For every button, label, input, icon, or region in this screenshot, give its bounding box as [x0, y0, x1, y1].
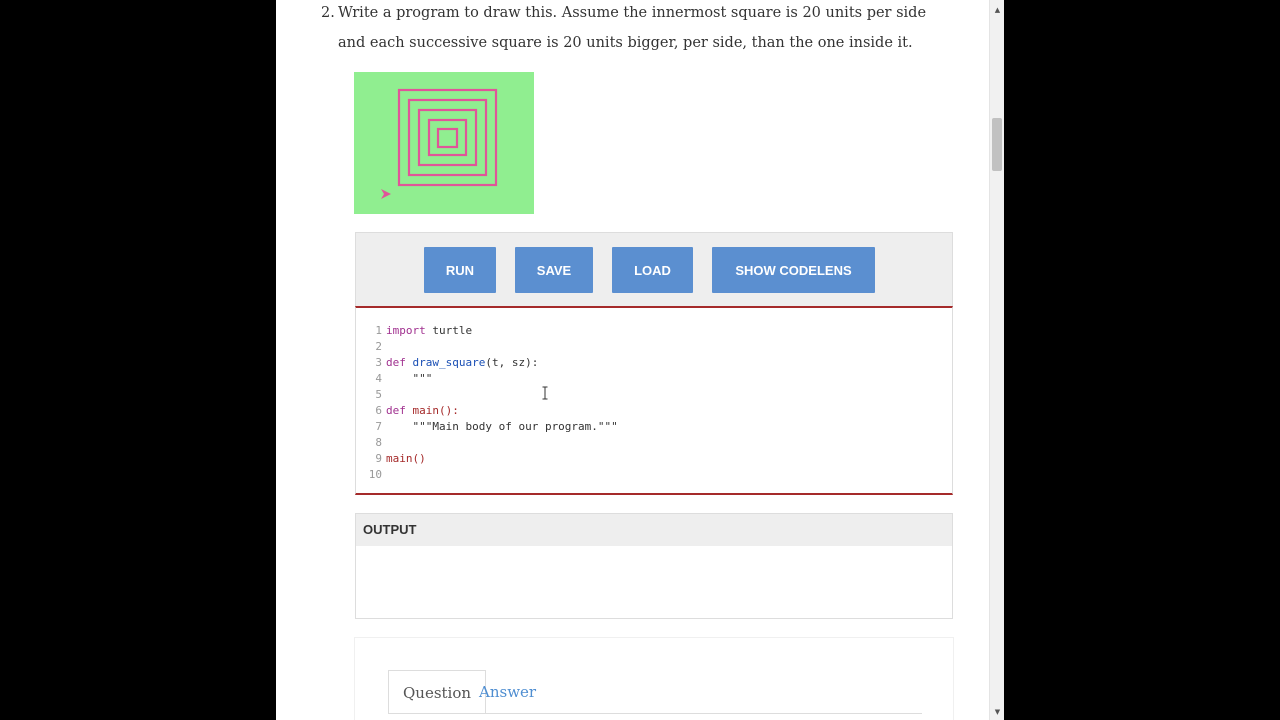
code-line[interactable]: 4 """: [356, 371, 432, 387]
square-80: [407, 98, 488, 177]
code-token: import: [386, 324, 426, 337]
code-line[interactable]: 6 def main():: [356, 403, 459, 419]
line-number: 10: [368, 468, 382, 481]
load-button[interactable]: LOAD: [612, 247, 693, 293]
show-codelens-button[interactable]: SHOW CODELENS: [712, 247, 875, 293]
code-line[interactable]: 5: [356, 387, 386, 403]
line-number: 7: [375, 420, 382, 433]
code-token: """: [386, 372, 433, 385]
output-panel: OUTPUT: [355, 513, 953, 619]
code-token: main: [412, 404, 440, 417]
scroll-down-arrow-icon[interactable]: ▼: [990, 705, 1005, 720]
scroll-up-arrow-icon[interactable]: ▲: [990, 3, 1005, 18]
code-token: main(): [386, 452, 426, 465]
square-40: [427, 118, 468, 157]
code-line[interactable]: 8: [356, 435, 386, 451]
code-line[interactable]: 9 main(): [356, 451, 426, 467]
nested-squares-drawing: [381, 88, 498, 199]
code-line[interactable]: 1 import turtle: [356, 323, 472, 339]
save-button[interactable]: SAVE: [515, 247, 593, 293]
code-token: ():: [439, 404, 459, 417]
code-line[interactable]: 10: [356, 467, 386, 483]
square-20: [436, 127, 459, 149]
scroll-thumb[interactable]: [992, 118, 1002, 171]
run-button[interactable]: RUN: [424, 247, 496, 293]
textbook-page: 2. Write a program to draw this. Assume …: [276, 0, 989, 720]
code-token: """Main body of our program.""": [386, 420, 618, 433]
line-number: 2: [375, 340, 382, 353]
square-60: [417, 108, 478, 167]
code-line[interactable]: 2: [356, 339, 386, 355]
line-number: 1: [375, 324, 382, 337]
question-line-2: and each successive square is 20 units b…: [338, 35, 913, 51]
output-heading: OUTPUT: [356, 514, 952, 546]
code-token: def: [386, 356, 406, 369]
line-number: 9: [375, 452, 382, 465]
code-editor[interactable]: 1 import turtle 2 3 def draw_square(t, sz): 4…: [355, 306, 953, 495]
line-number: 3: [375, 356, 382, 369]
line-number: 5: [375, 388, 382, 401]
tab-answer[interactable]: Answer: [465, 670, 550, 714]
question-number: 2.: [321, 5, 335, 21]
line-number: 8: [375, 436, 382, 449]
question-line-1: Write a program to draw this. Assume the…: [338, 5, 927, 21]
code-token: turtle: [425, 324, 473, 337]
code-token: draw_square: [412, 356, 486, 369]
turtle-drawing-image: [354, 72, 534, 214]
line-number: 4: [375, 372, 382, 385]
vertical-scrollbar[interactable]: ▲ ▼: [989, 0, 1004, 720]
code-line[interactable]: 7 """Main body of our program.""": [356, 419, 618, 435]
tab-divider: [388, 713, 922, 714]
text-cursor-icon: [542, 386, 548, 400]
output-content: [356, 546, 952, 558]
line-number: 6: [375, 404, 382, 417]
exercise-question: 2. Write a program to draw this. Assume …: [321, 0, 938, 58]
square-100: [397, 88, 498, 187]
turtle-arrow-icon: [381, 189, 391, 199]
question-answer-tabs: Question Answer: [354, 637, 954, 720]
code-token: (t, sz):: [485, 356, 539, 369]
code-token: def: [386, 404, 406, 417]
code-line[interactable]: 3 def draw_square(t, sz):: [356, 355, 538, 371]
activecode-toolbar: RUN SAVE LOAD SHOW CODELENS: [355, 232, 953, 307]
